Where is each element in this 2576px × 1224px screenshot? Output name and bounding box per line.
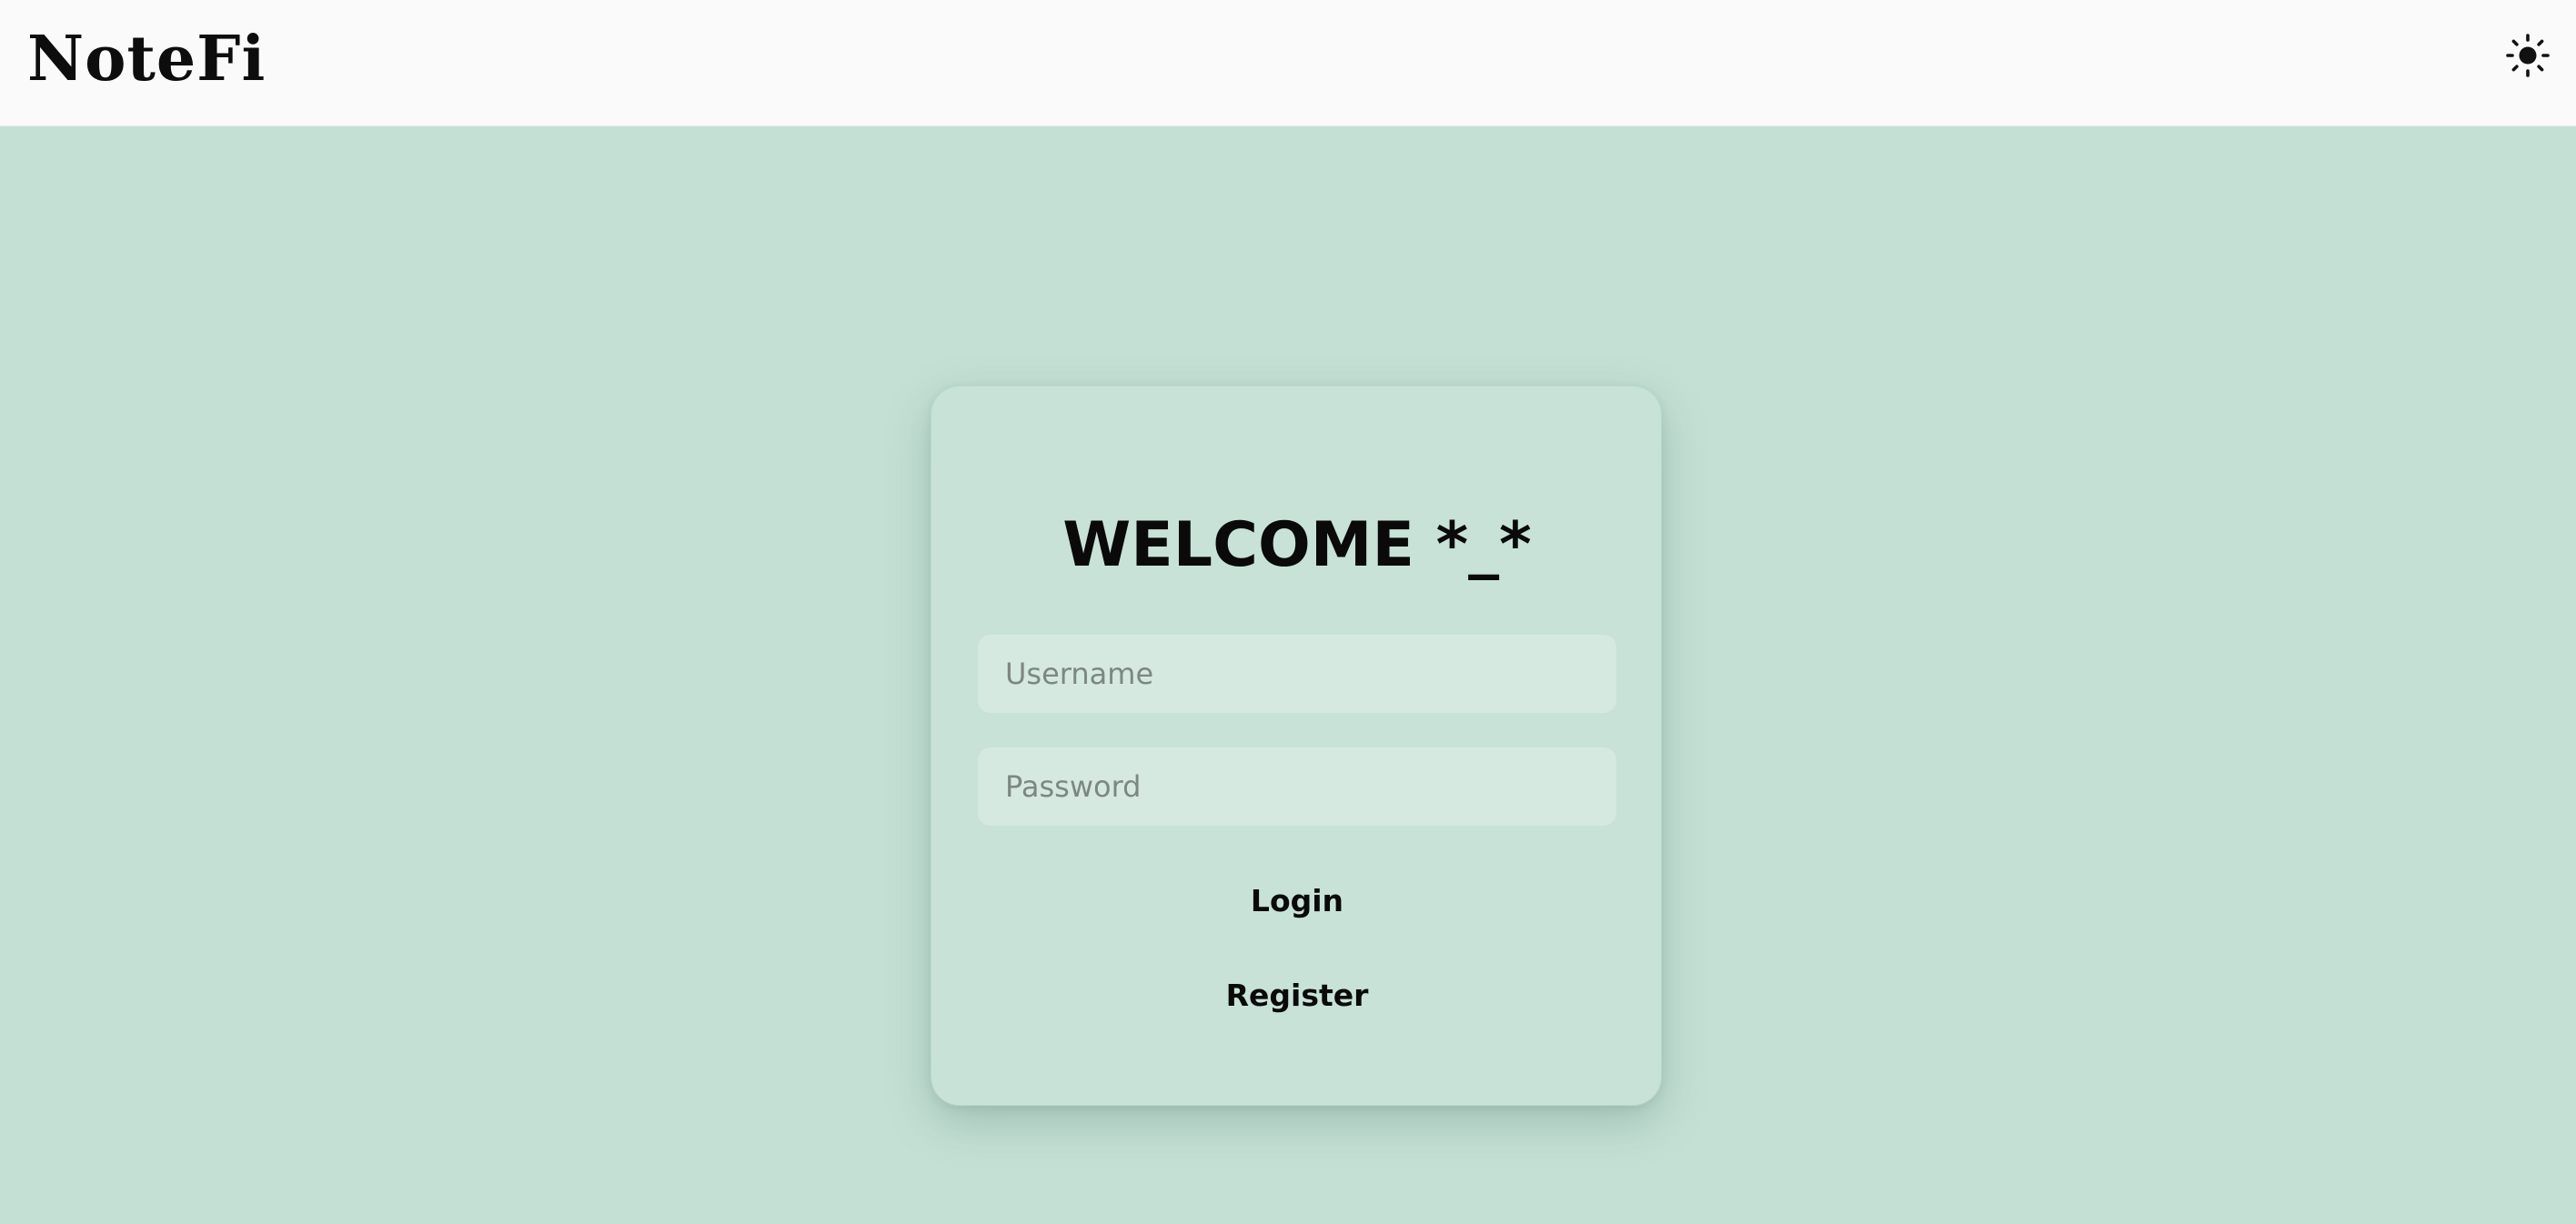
username-input[interactable]: [978, 635, 1616, 713]
theme-toggle-button[interactable]: [2505, 33, 2551, 78]
register-button[interactable]: Register: [931, 973, 1663, 1018]
login-card: WELCOME *_* Login Register: [931, 386, 1662, 1106]
login-button[interactable]: Login: [931, 878, 1663, 924]
top-navbar: NoteFi: [0, 0, 2576, 126]
welcome-heading: WELCOME *_*: [1062, 509, 1532, 581]
app-logo[interactable]: NoteFi: [27, 18, 266, 100]
password-input[interactable]: [978, 747, 1616, 826]
sun-icon: [2505, 33, 2551, 78]
